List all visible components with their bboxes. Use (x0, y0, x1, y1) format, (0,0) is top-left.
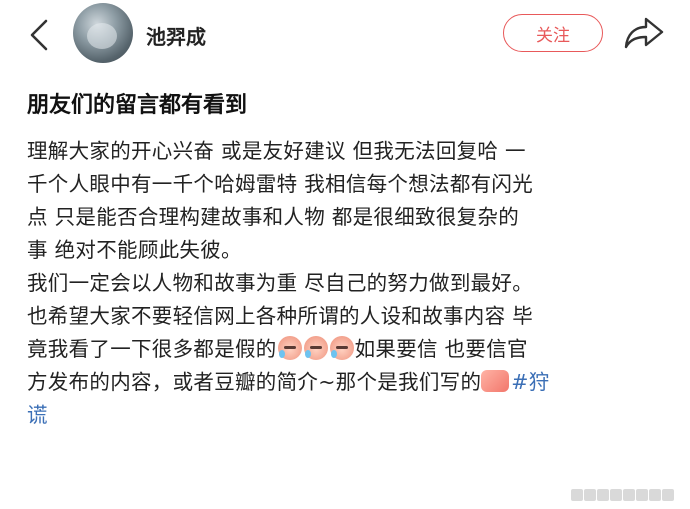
crying-laugh-emoji-icon (303, 336, 328, 360)
hashtag-link[interactable]: #狩 (511, 370, 549, 394)
avatar[interactable] (73, 3, 133, 63)
post-line: 方发布的内容，或者豆瓣的简介~那个是我们写的 #狩 (27, 366, 663, 399)
hashtag-link[interactable]: 谎 (27, 399, 663, 432)
post-line: 点 只是能否合理构建故事和人物 都是很细致很复杂的 (27, 205, 520, 229)
post-title: 朋友们的留言都有看到 (27, 93, 248, 118)
post-line: 竟我看了一下很多都是假的 如果要信 也要信官 (27, 333, 663, 366)
crying-laugh-emoji-icon (329, 336, 354, 360)
watermark (571, 486, 681, 502)
post-body: 理解大家的开心兴奋 或是友好建议 但我无法回复哈 一 千个人眼中有一千个哈姆雷特… (27, 135, 663, 432)
post-line-text: 方发布的内容，或者豆瓣的简介~那个是我们写的 (27, 370, 482, 394)
share-arrow-icon[interactable] (622, 15, 666, 51)
chevron-left-icon[interactable] (26, 18, 52, 52)
follow-button[interactable]: 关注 (503, 14, 603, 52)
post-line: 事 绝对不能顾此失彼。 (27, 238, 242, 262)
post-line-text: 竟我看了一下很多都是假的 (27, 337, 277, 361)
post-line: 千个人眼中有一千个哈姆雷特 我相信每个想法都有闪光 (27, 172, 534, 196)
username[interactable]: 池羿成 (146, 21, 206, 50)
post-line: 我们一定会以人物和故事为重 尽自己的努力做到最好。 (27, 271, 534, 295)
post-header: 池羿成 关注 (0, 0, 690, 70)
post-line-text: 如果要信 也要信官 (354, 337, 528, 361)
post-line: 也希望大家不要轻信网上各种所谓的人设和故事内容 毕 (27, 304, 534, 328)
crying-laugh-emoji-icon (277, 336, 302, 360)
post-line: 理解大家的开心兴奋 或是友好建议 但我无法回复哈 一 (27, 139, 526, 163)
thumbs-up-emoji-icon (481, 370, 510, 392)
